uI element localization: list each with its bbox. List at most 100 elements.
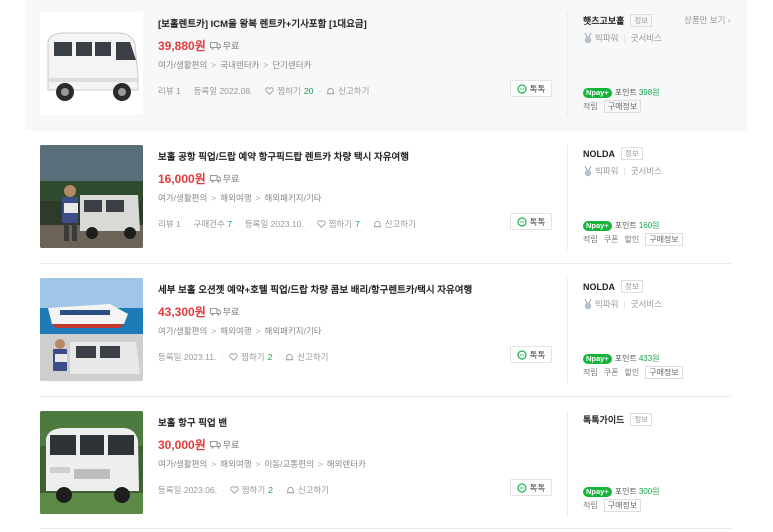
npay-logo-icon: Npay+ bbox=[583, 353, 612, 364]
price-line: 30,000원 무료 bbox=[158, 436, 239, 453]
product-thumbnail[interactable] bbox=[40, 145, 143, 248]
talk-button[interactable]: 톡톡 bbox=[510, 346, 552, 363]
grade-label: 빅파워 bbox=[595, 299, 619, 309]
category-link[interactable]: 여가/생활편의 bbox=[158, 459, 207, 469]
view-products-link[interactable]: 상품만 보기 › bbox=[684, 14, 731, 26]
category-link[interactable]: 해외여행 bbox=[220, 459, 251, 469]
purchase-info-tag[interactable]: 구매정보 bbox=[645, 233, 683, 246]
divider bbox=[567, 278, 568, 383]
category-link[interactable]: 해외여행 bbox=[220, 193, 251, 203]
product-thumbnail[interactable] bbox=[40, 278, 143, 381]
report-button[interactable]: 신고하기 bbox=[285, 351, 328, 363]
category-link[interactable]: 여가/생활편의 bbox=[158, 60, 207, 70]
npay-points: Npay+ 포인트 300원 bbox=[583, 486, 660, 497]
wish-label: 찜하기 bbox=[277, 86, 301, 96]
talk-label: 톡톡 bbox=[529, 216, 546, 227]
product-item-2[interactable]: 보홀 공항 픽업/드랍 예약 항구픽드랍 렌트카 차량 택시 자유여행 16,0… bbox=[0, 133, 773, 266]
product-price: 16,000원 bbox=[158, 172, 206, 186]
category-link[interactable]: 단기렌터카 bbox=[272, 60, 311, 70]
category-link[interactable]: 해외렌터카 bbox=[327, 459, 366, 469]
benefit-tags: 적립 쿠폰 할인 구매정보 bbox=[583, 366, 683, 379]
wish-button[interactable]: 찜하기 7 bbox=[316, 218, 360, 230]
review-label[interactable]: 리뷰 bbox=[158, 85, 174, 97]
product-title[interactable]: 보홀 항구 픽업 밴 bbox=[158, 415, 227, 429]
chat-icon bbox=[517, 482, 527, 493]
category-link[interactable]: 해외패키지/기타 bbox=[265, 193, 322, 203]
category-link[interactable]: 여가/생활편의 bbox=[158, 193, 207, 203]
report-button[interactable]: 신고하기 bbox=[286, 484, 329, 496]
seller-info: 톡톡가이드 정보 bbox=[583, 413, 653, 426]
breadcrumb: 여가/생활편의 > 해외여행 > 이동/교통편의 > 해외렌터카 bbox=[158, 459, 366, 469]
category-link[interactable]: 국내렌터카 bbox=[220, 60, 259, 70]
product-title[interactable]: 보홀 공항 픽업/드랍 예약 항구픽드랍 렌트카 차량 택시 자유여행 bbox=[158, 149, 409, 163]
wish-button[interactable]: 찜하기 2 bbox=[229, 351, 272, 363]
category-link[interactable]: 여가/생활편의 bbox=[158, 326, 207, 336]
npay-points: Npay+ 포인트 433원 bbox=[583, 353, 660, 364]
seller-name[interactable]: 톡톡가이드 bbox=[583, 413, 624, 426]
review-label[interactable]: 리뷰 bbox=[158, 218, 174, 230]
product-title[interactable]: 세부 보홀 오션젯 예약+호텔 픽업/드랍 차량 콤보 배리/항구렌트카/택시 … bbox=[158, 282, 472, 296]
seller-name[interactable]: 햇츠고보홀 bbox=[583, 14, 624, 27]
seller-info-badge[interactable]: 정보 bbox=[630, 413, 653, 426]
talk-button[interactable]: 톡톡 bbox=[510, 479, 552, 496]
reg-date: 2022.08. bbox=[219, 86, 253, 96]
wish-button[interactable]: 찜하기 20 bbox=[265, 85, 313, 97]
report-label: 신고하기 bbox=[384, 219, 416, 229]
reg-label: 등록일 bbox=[158, 485, 182, 495]
reg-date: 2023.11. bbox=[183, 352, 217, 362]
benefit-tag: 할인 bbox=[624, 368, 640, 377]
service-label: 굿서비스 bbox=[630, 33, 662, 43]
npay-points: Npay+ 포인트 160원 bbox=[583, 220, 660, 231]
product-item-4[interactable]: 보홀 항구 픽업 밴 30,000원 무료 여가/생활편의 > 해외여행 > 이동/교통… bbox=[0, 399, 773, 532]
product-price: 30,000원 bbox=[158, 438, 206, 452]
product-thumbnail[interactable] bbox=[40, 12, 143, 115]
product-meta: 리뷰 1 · 구매건수 7 · 등록일 2023.10. · 찜하기 7 · 신고… bbox=[158, 218, 416, 230]
truck-icon bbox=[209, 174, 221, 183]
seller-name[interactable]: NOLDA bbox=[583, 149, 615, 159]
npay-label: 포인트 bbox=[614, 88, 637, 97]
wish-button[interactable]: 찜하기 2 bbox=[230, 484, 273, 496]
seller-info-badge[interactable]: 정보 bbox=[621, 280, 643, 293]
benefit-tag: 적립 bbox=[583, 368, 598, 377]
heart-icon bbox=[316, 220, 326, 228]
wish-label: 찜하기 bbox=[328, 219, 353, 229]
talk-button[interactable]: 톡톡 bbox=[510, 80, 552, 97]
seller-info-badge[interactable]: 정보 bbox=[621, 147, 643, 160]
reg-label: 등록일 bbox=[158, 352, 182, 362]
product-item-3[interactable]: 세부 보홀 오션젯 예약+호텔 픽업/드랍 차량 콤보 배리/항구렌트카/택시 … bbox=[0, 266, 773, 399]
category-link[interactable]: 이동/교통편의 bbox=[265, 459, 314, 469]
report-button[interactable]: 신고하기 bbox=[373, 218, 416, 230]
purchase-info-tag[interactable]: 구매정보 bbox=[603, 100, 642, 113]
category-link[interactable]: 해외여행 bbox=[220, 326, 251, 336]
product-thumbnail[interactable] bbox=[40, 411, 143, 514]
heart-icon bbox=[229, 353, 238, 361]
chat-icon bbox=[517, 83, 527, 94]
shipping-label: 무료 bbox=[222, 41, 240, 51]
product-item-1[interactable]: [보홀렌트카] ICM을 왕복 렌트카+기사포함 [1대요금] 39,880원 … bbox=[0, 0, 773, 133]
purchase-info-tag[interactable]: 구매정보 bbox=[603, 499, 642, 512]
review-count: 1 bbox=[176, 86, 181, 96]
shipping-label: 무료 bbox=[222, 307, 240, 317]
wish-count: 2 bbox=[268, 485, 273, 495]
medal-icon bbox=[584, 32, 592, 43]
reg-label: 등록일 bbox=[244, 219, 269, 229]
report-button[interactable]: 신고하기 bbox=[326, 85, 369, 97]
reg-date: 2023.06. bbox=[183, 485, 217, 495]
seller-info: 햇츠고보홀 정보 bbox=[583, 14, 653, 27]
talk-label: 톡톡 bbox=[529, 482, 546, 493]
purchase-info-tag[interactable]: 구매정보 bbox=[645, 366, 683, 379]
shipping-info: 무료 bbox=[209, 305, 240, 318]
talk-button[interactable]: 톡톡 bbox=[510, 213, 552, 230]
seller-info-badge[interactable]: 정보 bbox=[630, 14, 653, 27]
report-label: 신고하기 bbox=[297, 352, 329, 362]
talk-label: 톡톡 bbox=[529, 349, 546, 360]
purchase-count: 7 bbox=[227, 219, 232, 229]
product-meta: 등록일 2023.06. · 찜하기 2 · 신고하기 bbox=[158, 484, 330, 496]
shipping-info: 무료 bbox=[209, 39, 240, 52]
category-link[interactable]: 해외패키지/기타 bbox=[265, 326, 322, 336]
points-value: 433원 bbox=[638, 354, 660, 363]
shipping-info: 무료 bbox=[209, 438, 239, 451]
chat-icon bbox=[517, 216, 527, 227]
seller-name[interactable]: NOLDA bbox=[583, 282, 615, 292]
product-title[interactable]: [보홀렌트카] ICM을 왕복 렌트카+기사포함 [1대요금] bbox=[158, 16, 367, 30]
